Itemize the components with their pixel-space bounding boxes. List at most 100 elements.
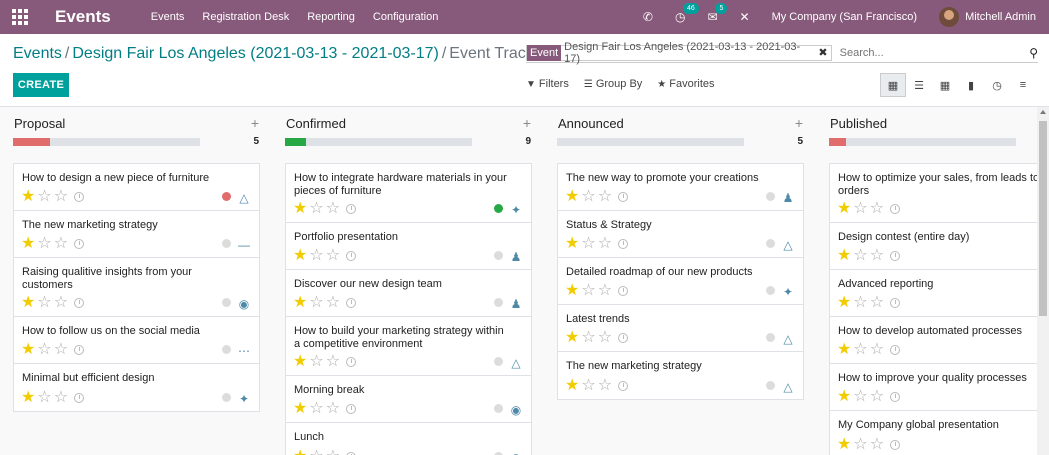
priority-star-icon[interactable]: ☆ bbox=[326, 201, 340, 217]
kanban-state-dot[interactable] bbox=[494, 404, 503, 413]
kanban-state-dot[interactable] bbox=[222, 298, 231, 307]
priority-star-icon[interactable]: ☆ bbox=[870, 201, 884, 217]
activity-clock-icon[interactable] bbox=[346, 357, 357, 367]
priority-star-icon[interactable]: ☆ bbox=[326, 248, 340, 264]
priority-star-icon[interactable]: ☆ bbox=[598, 330, 612, 346]
column-progress-bar[interactable] bbox=[829, 138, 1016, 146]
track-card[interactable]: Design contest (entire day) ★ ☆ ☆ bbox=[830, 223, 1037, 270]
activity-clock-icon[interactable]: ◷ 46 bbox=[675, 3, 699, 24]
activity-clock-icon[interactable] bbox=[346, 251, 357, 261]
kanban-state-dot[interactable] bbox=[766, 333, 775, 342]
column-progress-bar[interactable] bbox=[557, 138, 744, 146]
priority-star-icon[interactable]: ☆ bbox=[37, 236, 51, 252]
priority-star-icon[interactable]: ☆ bbox=[309, 449, 323, 455]
priority-star-icon[interactable]: ★ bbox=[565, 189, 579, 205]
menu-reporting[interactable]: Reporting bbox=[307, 11, 355, 23]
priority-star-icon[interactable]: ☆ bbox=[326, 295, 340, 311]
track-card[interactable]: How to build your marketing strategy wit… bbox=[286, 317, 531, 376]
kanban-state-dot[interactable] bbox=[494, 357, 503, 366]
phone-icon[interactable]: ✆ bbox=[643, 10, 653, 24]
track-card[interactable]: Raising qualitive insights from your cus… bbox=[14, 258, 259, 317]
scroll-up-arrow[interactable] bbox=[1040, 110, 1046, 114]
priority-star-icon[interactable]: ☆ bbox=[853, 437, 867, 453]
activity-clock-icon[interactable] bbox=[618, 381, 629, 391]
activity-clock-icon[interactable] bbox=[74, 239, 85, 249]
priority-star-icon[interactable]: ★ bbox=[293, 354, 307, 370]
track-card[interactable]: Detailed roadmap of our new products ★ ☆ ☆ ✦ bbox=[558, 258, 803, 305]
priority-star-icon[interactable]: ☆ bbox=[598, 378, 612, 394]
activity-clock-icon[interactable] bbox=[890, 298, 901, 308]
kanban-state-dot[interactable] bbox=[766, 286, 775, 295]
priority-star-icon[interactable]: ☆ bbox=[309, 201, 323, 217]
priority-star-icon[interactable]: ☆ bbox=[309, 295, 323, 311]
priority-star-icon[interactable]: ☆ bbox=[870, 248, 884, 264]
priority-star-icon[interactable]: ★ bbox=[21, 189, 35, 205]
kanban-state-dot[interactable] bbox=[494, 251, 503, 260]
track-card[interactable]: Lunch★☆☆◉ bbox=[286, 423, 531, 455]
activity-clock-icon[interactable] bbox=[74, 345, 85, 355]
kanban-state-dot[interactable] bbox=[766, 192, 775, 201]
priority-star-icon[interactable]: ☆ bbox=[309, 354, 323, 370]
priority-star-icon[interactable]: ☆ bbox=[853, 342, 867, 358]
priority-star-icon[interactable]: ☆ bbox=[37, 189, 51, 205]
priority-star-icon[interactable]: ☆ bbox=[54, 236, 68, 252]
gantt-view-icon[interactable]: ≡ bbox=[1010, 73, 1036, 97]
priority-star-icon[interactable]: ☆ bbox=[581, 283, 595, 299]
apps-menu-icon[interactable] bbox=[0, 0, 40, 34]
priority-star-icon[interactable]: ☆ bbox=[326, 401, 340, 417]
kanban-state-dot[interactable] bbox=[766, 381, 775, 390]
column-title[interactable]: Announced bbox=[558, 116, 624, 131]
kanban-state-dot[interactable] bbox=[766, 239, 775, 248]
user-menu[interactable]: Mitchell Admin bbox=[965, 11, 1036, 23]
track-card[interactable]: How to design a new piece of furniture ★ ☆… bbox=[14, 164, 259, 211]
priority-star-icon[interactable]: ☆ bbox=[326, 449, 340, 455]
track-card[interactable]: Latest trends ★ ☆ ☆ △ bbox=[558, 305, 803, 352]
priority-star-icon[interactable]: ★ bbox=[293, 449, 307, 455]
activity-clock-icon[interactable] bbox=[346, 298, 357, 308]
column-progress-bar[interactable] bbox=[285, 138, 472, 146]
priority-star-icon[interactable]: ☆ bbox=[54, 189, 68, 205]
list-view-icon[interactable]: ☰ bbox=[906, 73, 932, 97]
activity-clock-icon[interactable] bbox=[890, 204, 901, 214]
kanban-state-dot[interactable] bbox=[494, 298, 503, 307]
priority-star-icon[interactable]: ☆ bbox=[870, 295, 884, 311]
company-switcher[interactable]: My Company (San Francisco) bbox=[772, 11, 918, 23]
priority-star-icon[interactable]: ★ bbox=[565, 378, 579, 394]
priority-star-icon[interactable]: ★ bbox=[565, 330, 579, 346]
favorites-button[interactable]: ★ Favorites bbox=[657, 78, 714, 90]
priority-star-icon[interactable]: ☆ bbox=[870, 437, 884, 453]
priority-star-icon[interactable]: ☆ bbox=[853, 248, 867, 264]
priority-star-icon[interactable]: ★ bbox=[565, 283, 579, 299]
track-card[interactable]: How to optimize your sales, from leads t… bbox=[830, 164, 1037, 223]
track-card[interactable]: Status & Strategy ★ ☆ ☆ △ bbox=[558, 211, 803, 258]
kanban-state-dot[interactable] bbox=[222, 239, 231, 248]
quick-create-icon[interactable]: + bbox=[795, 115, 803, 131]
priority-star-icon[interactable]: ★ bbox=[837, 437, 851, 453]
create-button[interactable]: CREATE bbox=[13, 73, 69, 97]
priority-star-icon[interactable]: ★ bbox=[837, 295, 851, 311]
menu-configuration[interactable]: Configuration bbox=[373, 11, 438, 23]
menu-registration-desk[interactable]: Registration Desk bbox=[202, 11, 289, 23]
track-card[interactable]: Discover our new design team ★ ☆ ☆ ♟ bbox=[286, 270, 531, 317]
priority-star-icon[interactable]: ☆ bbox=[853, 389, 867, 405]
calendar-view-icon[interactable]: ▦ bbox=[932, 73, 958, 97]
priority-star-icon[interactable]: ☆ bbox=[37, 390, 51, 406]
priority-star-icon[interactable]: ★ bbox=[21, 236, 35, 252]
activity-clock-icon[interactable] bbox=[618, 333, 629, 343]
activity-clock-icon[interactable] bbox=[74, 192, 85, 202]
priority-star-icon[interactable]: ★ bbox=[21, 342, 35, 358]
activity-clock-icon[interactable] bbox=[346, 204, 357, 214]
priority-star-icon[interactable]: ☆ bbox=[326, 354, 340, 370]
activity-clock-icon[interactable] bbox=[890, 440, 901, 450]
column-title[interactable]: Proposal bbox=[14, 116, 65, 131]
priority-star-icon[interactable]: ☆ bbox=[581, 330, 595, 346]
priority-star-icon[interactable]: ☆ bbox=[853, 295, 867, 311]
priority-star-icon[interactable]: ☆ bbox=[598, 283, 612, 299]
activity-clock-icon[interactable] bbox=[618, 286, 629, 296]
quick-create-icon[interactable]: + bbox=[523, 115, 531, 131]
track-card[interactable]: Morning break ★ ☆ ☆ ◉ bbox=[286, 376, 531, 423]
track-card[interactable]: How to follow us on the social media ★ ☆ ☆ ⋯ bbox=[14, 317, 259, 364]
debug-tools-icon[interactable]: ✕ bbox=[740, 10, 750, 24]
track-card[interactable]: How to improve your quality processes ★ ☆ ☆ bbox=[830, 364, 1037, 411]
kanban-state-dot[interactable] bbox=[494, 204, 503, 213]
